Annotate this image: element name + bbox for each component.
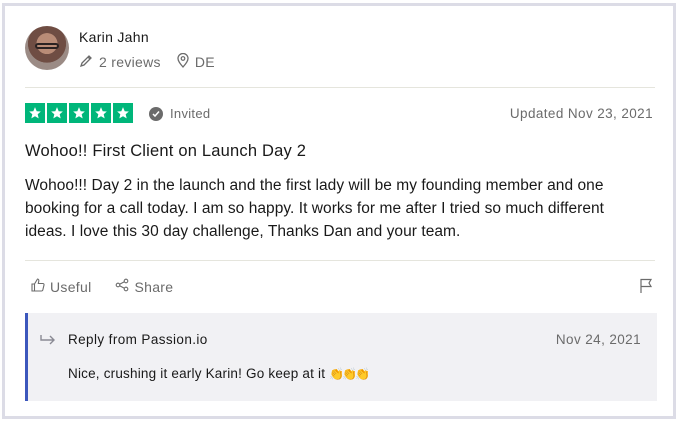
review-card: Karin Jahn 2 reviews DE Invited Updated … [2,3,676,419]
avatar[interactable] [25,26,69,70]
star-icon [25,103,45,123]
useful-label: Useful [50,278,92,295]
reply-message: Nice, crushing it early Karin! Go keep a… [68,366,326,381]
useful-button[interactable]: Useful [31,278,91,295]
reply-from-label: Reply from Passion.io [68,332,208,347]
reviews-count: 2 reviews [99,54,161,70]
reviewer-name[interactable]: Karin Jahn [79,29,149,45]
clapping-emoji: 👏👏👏 [329,367,370,381]
reply-date: Nov 24, 2021 [555,332,641,347]
company-reply: Reply from Passion.io Nov 24, 2021 Nice,… [25,313,657,401]
reviewer-header: Karin Jahn 2 reviews DE [25,26,665,76]
flag-icon[interactable] [639,278,653,299]
invited-badge[interactable]: Invited [149,106,210,121]
location-icon [177,52,195,71]
actions-divider [25,260,655,261]
updated-date: Updated Nov 23, 2021 [509,106,653,121]
share-icon [115,278,129,295]
reviewer-country: DE [194,54,215,70]
share-label: Share [134,278,174,295]
star-rating [25,103,133,123]
check-circle-icon [149,106,163,121]
star-icon [69,103,89,123]
star-icon [91,103,111,123]
reviewer-meta: 2 reviews DE [79,52,215,71]
review-actions: Useful Share [31,278,173,295]
reply-arrow-icon [40,334,58,353]
review-title[interactable]: Wohoo!! First Client on Launch Day 2 [25,142,306,161]
header-divider [25,87,655,88]
star-icon [113,103,133,123]
share-button[interactable]: Share [115,278,173,295]
review-body: Wohoo!!! Day 2 in the launch and the fir… [25,177,605,240]
invited-label: Invited [170,106,211,121]
thumbs-up-icon [31,278,45,295]
reply-text: Nice, crushing it early Karin! Go keep a… [68,366,370,381]
pencil-icon [79,54,99,71]
star-icon [47,103,67,123]
